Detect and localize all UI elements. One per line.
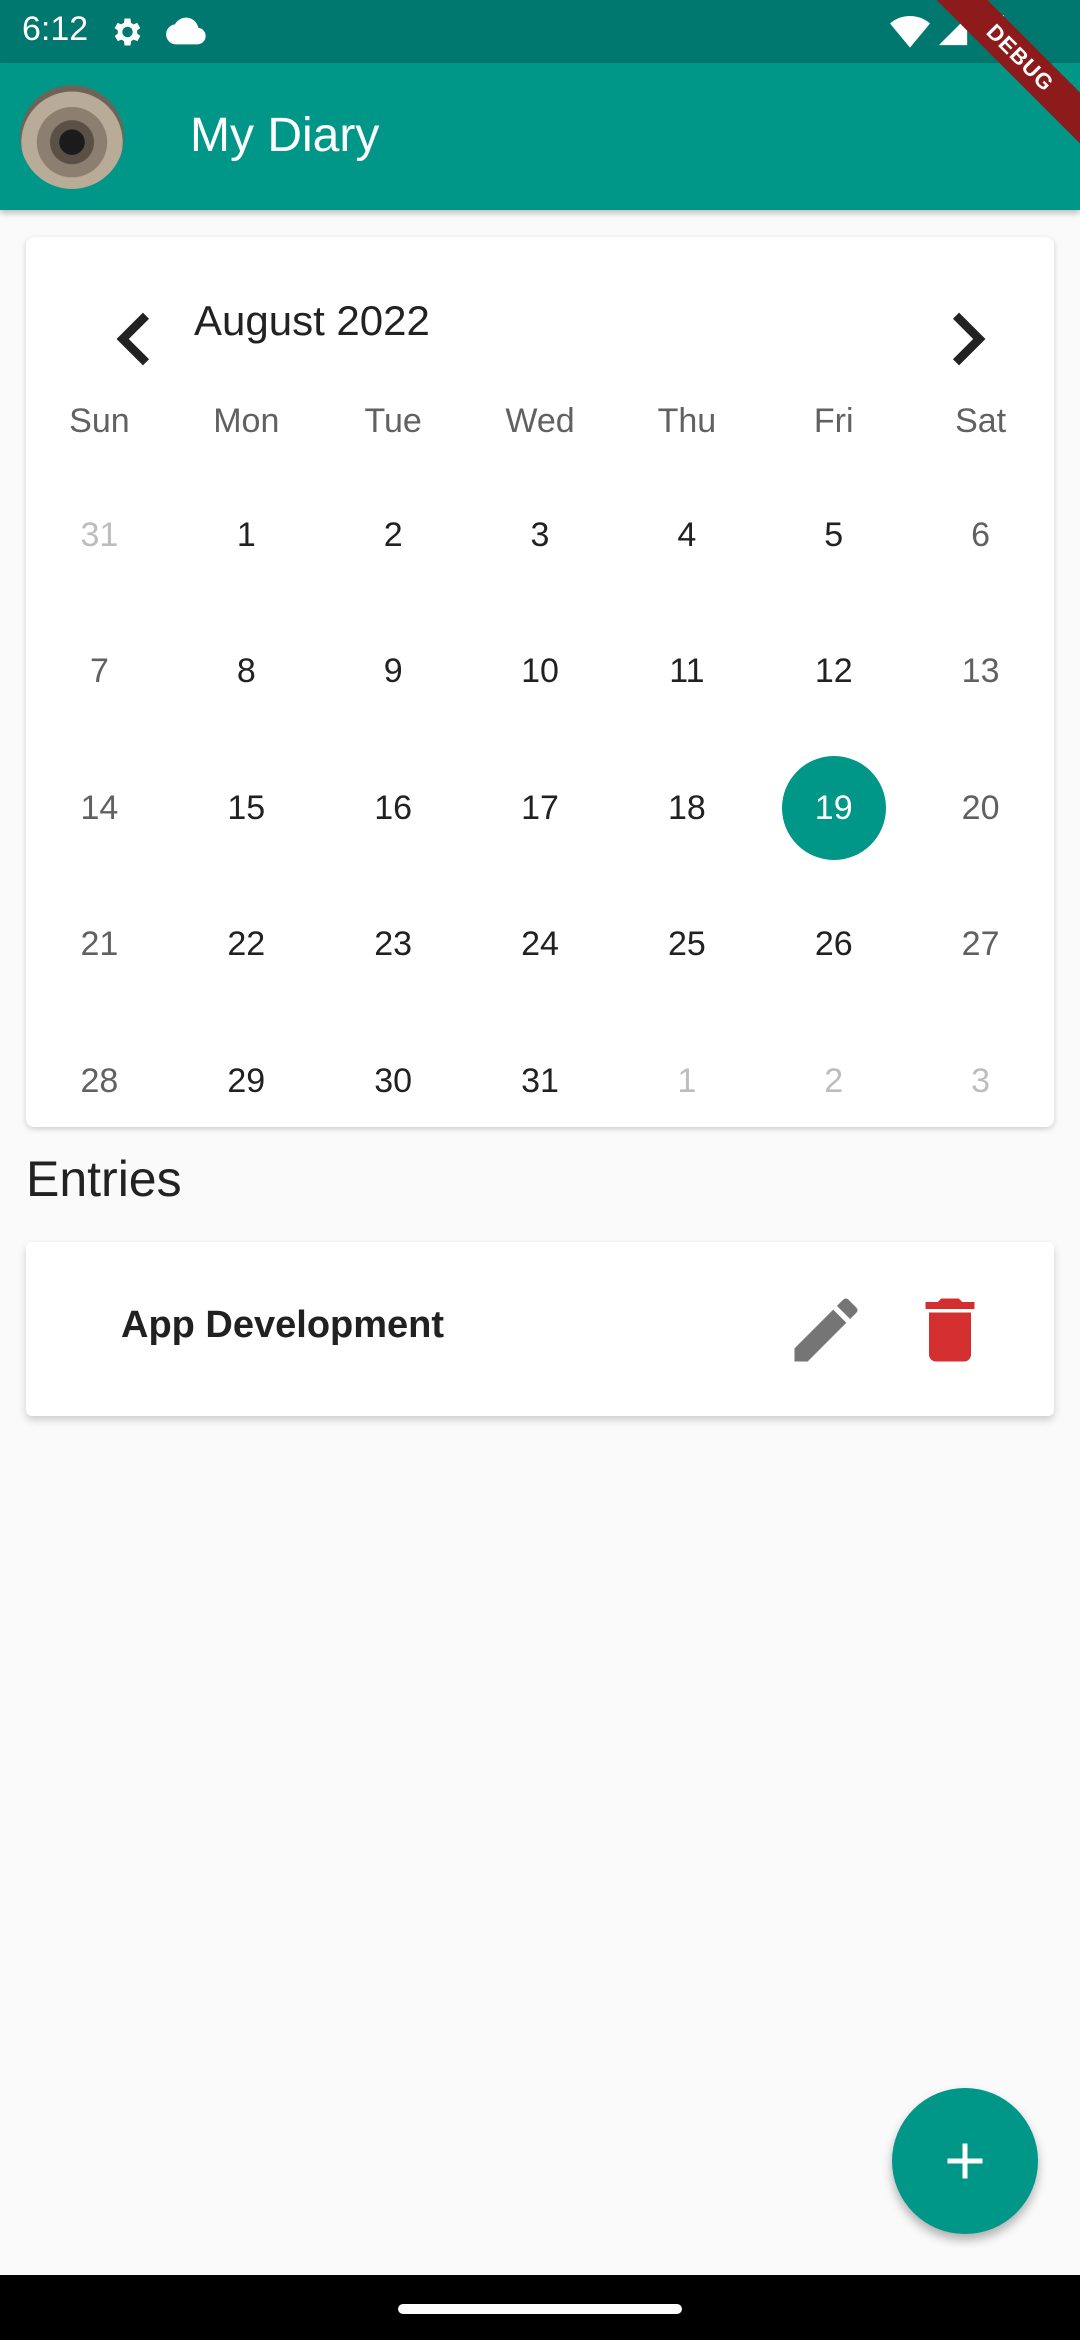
cloud-icon <box>166 17 206 45</box>
calendar-day[interactable]: 18 <box>613 740 760 877</box>
calendar-day[interactable]: 23 <box>320 877 467 1014</box>
status-time: 6:12 <box>22 10 89 48</box>
weekday-label: Wed <box>505 402 575 440</box>
calendar-day[interactable]: 21 <box>26 877 173 1014</box>
delete-icon[interactable] <box>908 1288 992 1372</box>
calendar-day[interactable]: 14 <box>26 740 173 877</box>
calendar-day[interactable]: 27 <box>907 877 1054 1014</box>
weekday-label: Tue <box>364 402 422 440</box>
calendar-day[interactable]: 13 <box>907 604 1054 741</box>
chevron-left-icon[interactable] <box>96 299 176 379</box>
calendar-day[interactable]: 6 <box>907 467 1054 604</box>
calendar-day[interactable]: 2 <box>320 467 467 604</box>
app-title: My Diary <box>190 109 380 162</box>
system-nav-bar <box>0 2275 1080 2340</box>
add-entry-button[interactable] <box>892 2088 1038 2234</box>
calendar-day[interactable]: 29 <box>173 1013 320 1150</box>
calendar-card: August 2022 Sun Mon Tue Wed Thu Fri Sat … <box>26 237 1054 1127</box>
calendar-day[interactable]: 11 <box>613 604 760 741</box>
app-bar: My Diary <box>0 63 1080 210</box>
calendar-day[interactable]: 28 <box>26 1013 173 1150</box>
entries-heading: Entries <box>26 1151 182 1207</box>
home-gesture-bar[interactable] <box>398 2304 682 2314</box>
calendar-day[interactable]: 9 <box>320 604 467 741</box>
calendar-day[interactable]: 2 <box>760 1013 907 1150</box>
calendar-day[interactable]: 31 <box>26 467 173 604</box>
entry-title: App Development <box>121 1304 445 1346</box>
calendar-day[interactable]: 17 <box>467 740 614 877</box>
calendar-day[interactable]: 5 <box>760 467 907 604</box>
weekday-header: Sun Mon Tue Wed Thu Fri Sat <box>26 402 1054 462</box>
calendar-day[interactable]: 22 <box>173 877 320 1014</box>
edit-icon[interactable] <box>784 1288 868 1372</box>
calendar-day-selected[interactable]: 19 <box>760 740 907 877</box>
calendar-days-grid: 31 1 2 3 4 5 6 7 8 9 10 11 12 13 14 15 1… <box>26 467 1054 1150</box>
calendar-day[interactable]: 7 <box>26 604 173 741</box>
calendar-day[interactable]: 8 <box>173 604 320 741</box>
calendar-month-label[interactable]: August 2022 <box>194 297 430 345</box>
signal-icon <box>938 16 968 46</box>
weekday-label: Mon <box>213 402 280 440</box>
calendar-day[interactable]: 26 <box>760 877 907 1014</box>
calendar-day[interactable]: 1 <box>173 467 320 604</box>
calendar-day[interactable]: 3 <box>907 1013 1054 1150</box>
settings-gear-icon <box>114 18 141 46</box>
wifi-icon <box>890 16 930 48</box>
status-bar: 6:12 <box>0 0 1080 63</box>
weekday-label: Fri <box>813 402 854 440</box>
battery-icon <box>988 12 1004 50</box>
calendar-day[interactable]: 3 <box>467 467 614 604</box>
calendar-day[interactable]: 24 <box>467 877 614 1014</box>
weekday-label: Sat <box>955 402 1007 440</box>
calendar-day[interactable]: 12 <box>760 604 907 741</box>
weekday-label: Thu <box>657 402 717 440</box>
calendar-day[interactable]: 15 <box>173 740 320 877</box>
calendar-day[interactable]: 20 <box>907 740 1054 877</box>
chevron-right-icon[interactable] <box>926 299 1006 379</box>
entry-card[interactable]: App Development <box>26 1242 1054 1416</box>
avatar[interactable] <box>20 85 124 189</box>
calendar-day[interactable]: 10 <box>467 604 614 741</box>
calendar-day[interactable]: 25 <box>613 877 760 1014</box>
calendar-day[interactable]: 1 <box>613 1013 760 1150</box>
weekday-label: Sun <box>69 402 130 440</box>
calendar-day[interactable]: 31 <box>467 1013 614 1150</box>
calendar-day[interactable]: 30 <box>320 1013 467 1150</box>
add-icon <box>947 2143 983 2179</box>
calendar-day[interactable]: 16 <box>320 740 467 877</box>
calendar-day[interactable]: 4 <box>613 467 760 604</box>
